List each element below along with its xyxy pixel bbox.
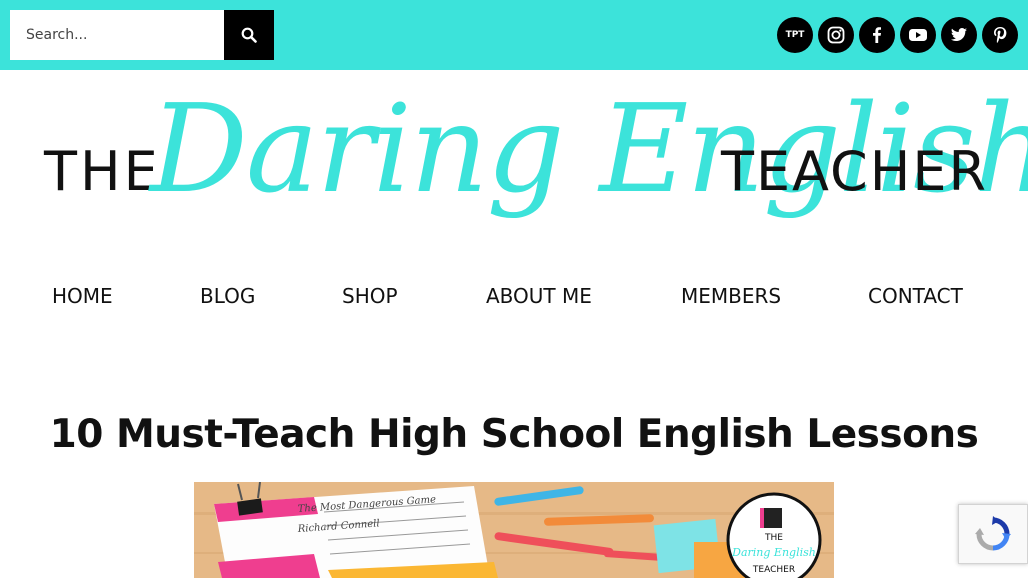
tpt-icon: TPT [785,30,805,40]
twitter-link[interactable] [941,17,977,53]
instagram-link[interactable] [818,17,854,53]
search-icon [241,27,257,43]
search-button[interactable] [224,10,274,60]
logo-the: THE [44,140,161,203]
badge-teacher: TEACHER [752,565,795,575]
facebook-link[interactable] [859,17,895,53]
recaptcha-icon [975,516,1011,551]
featured-image: The Most Dangerous Game Richard Connell … [194,482,834,578]
youtube-link[interactable] [900,17,936,53]
featured-image-illustration: The Most Dangerous Game Richard Connell … [194,482,834,578]
nav-item-blog[interactable]: BLOG [200,284,255,308]
youtube-icon [909,29,927,41]
post-title: 10 Must-Teach High School English Lesson… [49,412,979,457]
nav-item-shop[interactable]: SHOP [342,284,398,308]
nav-item-contact[interactable]: CONTACT [868,284,963,308]
twitter-icon [951,28,967,41]
instagram-icon [827,26,845,44]
nav-item-members[interactable]: MEMBERS [681,284,781,308]
top-bar: TPT [0,0,1028,70]
recaptcha-badge[interactable] [958,504,1028,564]
badge-script: Daring English [731,546,816,559]
pinterest-icon [994,27,1007,44]
search-input[interactable] [10,10,224,60]
facebook-icon [873,27,881,43]
badge-the: THE [764,533,783,543]
tpt-link[interactable]: TPT [777,17,813,53]
main-navigation: HOME BLOG SHOP ABOUT ME MEMBERS CONTACT [0,284,1028,318]
nav-item-home[interactable]: HOME [52,284,113,308]
search-form [10,10,274,60]
pinterest-link[interactable] [982,17,1018,53]
logo-teacher: TEACHER [720,140,988,203]
nav-item-about-me[interactable]: ABOUT ME [486,284,592,308]
social-links: TPT [777,17,1018,53]
